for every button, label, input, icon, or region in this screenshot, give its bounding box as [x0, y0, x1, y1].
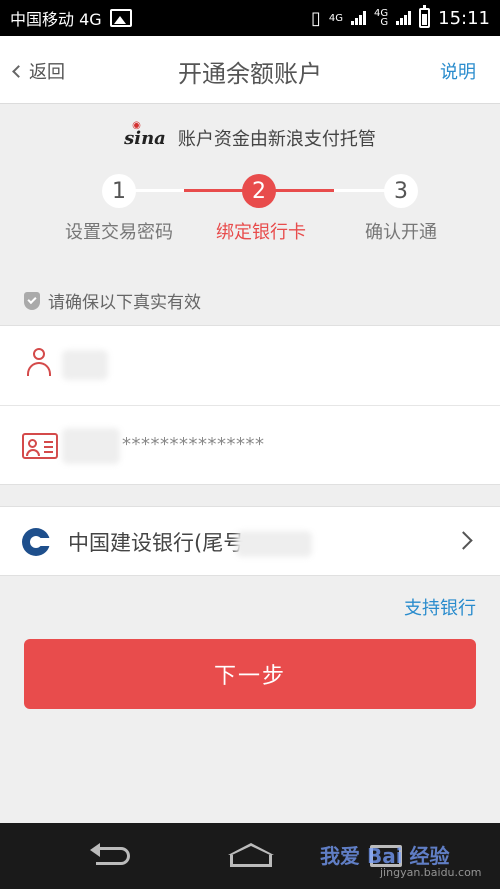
net-label-top: 4G — [328, 12, 343, 24]
step-3-circle: 3 — [384, 174, 418, 208]
id-card-icon — [22, 433, 58, 459]
step-2-number: 2 — [252, 178, 266, 204]
id-field-prefix — [62, 428, 120, 464]
net-label-bot: G — [380, 17, 389, 28]
identity-form: *************** — [0, 325, 500, 485]
chevron-right-icon — [454, 531, 473, 550]
sina-logo: ◉ sina — [124, 120, 166, 149]
status-left: 中国移动 4G — [10, 6, 132, 30]
page-title: 开通余额账户 — [178, 60, 322, 88]
ccb-bank-icon — [22, 528, 50, 556]
sina-logo-text: sina — [124, 127, 166, 149]
bank-card-selector[interactable]: 中国建设银行(尾号 — [0, 506, 500, 576]
status-bar: 中国移动 4G ▯ 4G 4G G 15:11 — [0, 0, 500, 36]
step-1-number: 1 — [112, 178, 126, 204]
carrier-label: 中国移动 4G — [10, 10, 102, 29]
step-1-circle: 1 — [102, 174, 136, 208]
step-line-3 — [334, 189, 386, 192]
name-field-row[interactable] — [0, 326, 500, 406]
step-3-number: 3 — [394, 178, 408, 204]
battery-icon — [419, 5, 431, 28]
step-line-1 — [132, 189, 184, 192]
supported-banks-link[interactable]: 支持银行 — [404, 594, 476, 620]
signal-icon — [351, 11, 366, 25]
image-notification-icon — [109, 9, 132, 27]
step-indicator: 1 2 3 设置交易密码 绑定银行卡 确认开通 — [0, 170, 500, 250]
step-2-label: 绑定银行卡 — [216, 222, 306, 243]
verify-hint: 请确保以下真实有效 — [24, 288, 201, 313]
network-type-label: 4G — [328, 12, 343, 24]
clock: 15:11 — [438, 7, 490, 29]
step-1-label: 设置交易密码 — [65, 222, 173, 243]
watermark-logo: 我爱 Bai 经验 — [320, 844, 450, 868]
watermark-url: jingyan.baidu.com — [380, 866, 482, 879]
vibrate-icon: ▯ — [310, 7, 321, 29]
status-right: ▯ 4G 4G G 15:11 — [310, 5, 490, 29]
nav-bar: 返回 开通余额账户 说明 — [0, 36, 500, 104]
id-field-value: *************** — [122, 434, 265, 455]
system-home-icon[interactable] — [226, 843, 276, 869]
step-2-circle: 2 — [242, 174, 276, 208]
sina-eye-icon: ◉ — [132, 119, 141, 131]
id-field-row[interactable]: *************** — [0, 406, 500, 486]
sina-trust-row: ◉ sina 账户资金由新浪支付托管 — [0, 118, 500, 158]
card-tail-value — [236, 531, 312, 557]
network-type-label-2: 4G G — [374, 9, 389, 28]
help-link[interactable]: 说明 — [440, 58, 476, 84]
next-step-button[interactable]: 下一步 — [24, 639, 476, 709]
hint-text: 请确保以下真实有效 — [48, 293, 201, 313]
step-3-label: 确认开通 — [365, 222, 437, 243]
name-field-value — [62, 350, 108, 380]
person-icon — [26, 348, 52, 378]
system-back-icon[interactable] — [88, 843, 132, 867]
shield-icon — [24, 291, 40, 310]
signal-icon-2 — [396, 11, 412, 25]
bank-name: 中国建设银行(尾号 — [68, 531, 245, 555]
sina-note: 账户资金由新浪支付托管 — [177, 129, 376, 150]
